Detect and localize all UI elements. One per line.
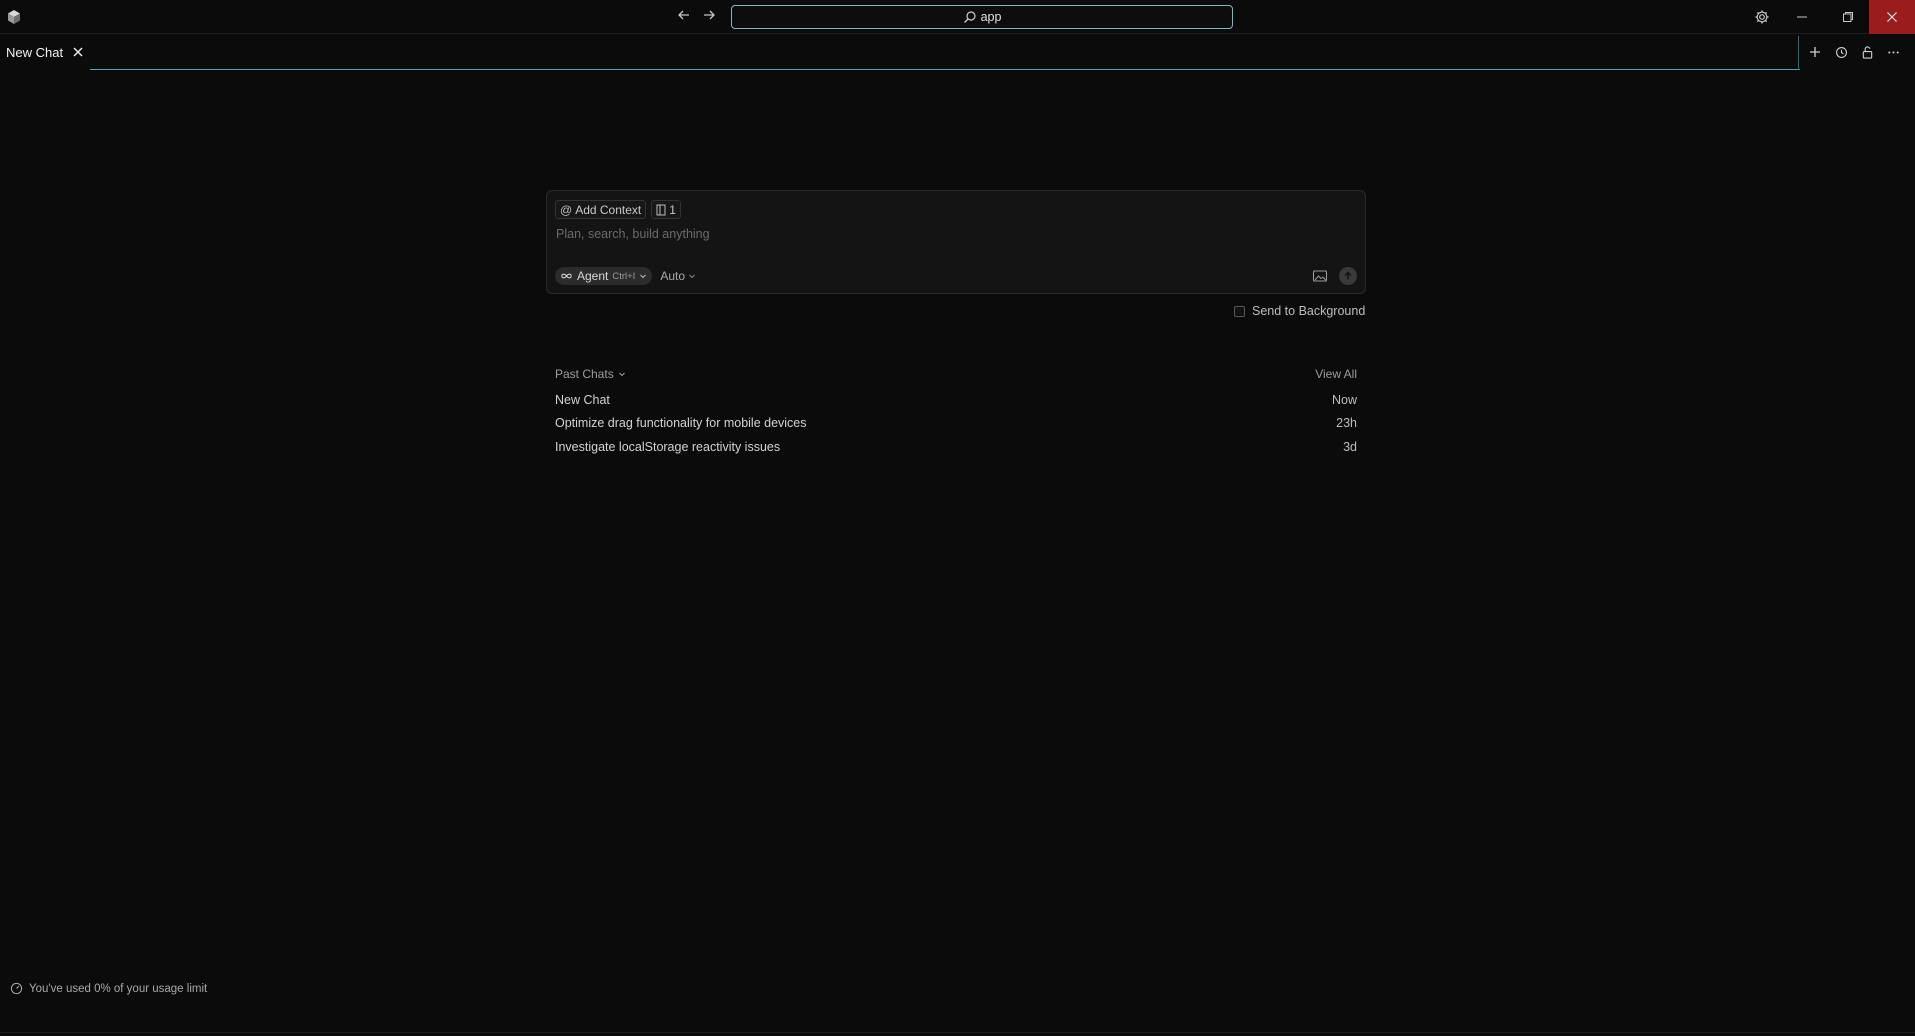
unlock-icon <box>1862 45 1872 59</box>
past-chats-header: Past Chats View All <box>555 367 1357 383</box>
file-icon <box>656 204 666 215</box>
history-button[interactable] <box>1832 43 1850 61</box>
close-window-button[interactable] <box>1869 0 1915 34</box>
forward-button[interactable] <box>700 8 718 26</box>
gear-icon <box>1755 10 1769 24</box>
search-text: app <box>980 10 1002 24</box>
open-files-chip[interactable]: 1 <box>651 200 681 219</box>
chat-composer[interactable]: @ Add Context 1 Plan, search, build anyt… <box>546 190 1366 294</box>
search-icon <box>963 11 976 23</box>
context-row: @ Add Context 1 <box>555 200 681 219</box>
model-label: Auto <box>660 269 686 283</box>
infinity-icon <box>561 273 572 279</box>
chevron-down-icon <box>618 372 625 377</box>
chat-title: Optimize drag functionality for mobile d… <box>555 416 807 431</box>
arrow-up-icon <box>1344 271 1352 280</box>
send-to-background-checkbox[interactable] <box>1234 305 1245 317</box>
new-chat-button[interactable] <box>1806 43 1824 61</box>
minimize-button[interactable] <box>1779 0 1825 34</box>
view-all-link[interactable]: View All <box>1315 367 1357 381</box>
chevron-down-icon <box>689 274 695 279</box>
tab-bar: New Chat <box>0 34 1915 70</box>
arrow-left-icon <box>678 10 689 20</box>
add-context-button[interactable]: @ Add Context <box>555 200 647 219</box>
unlock-button[interactable] <box>1858 43 1876 61</box>
restore-button[interactable] <box>1825 0 1871 34</box>
model-selector[interactable]: Auto <box>660 269 696 283</box>
ellipsis-icon <box>1887 50 1899 54</box>
at-icon: @ <box>560 202 573 217</box>
send-to-background-row: Send to Background <box>1234 304 1365 318</box>
chat-time: 23h <box>1336 416 1357 431</box>
usage-text: You've used 0% of your usage limit <box>29 982 208 995</box>
image-icon[interactable] <box>1312 269 1328 283</box>
list-item[interactable]: Optimize drag functionality for mobile d… <box>555 412 1357 436</box>
list-item[interactable]: Investigate localStorage reactivity issu… <box>555 435 1357 459</box>
tab-underline <box>90 69 1800 70</box>
chat-title: New Chat <box>555 392 610 407</box>
mode-row: Agent Ctrl+I Auto <box>555 267 696 285</box>
history-icon <box>1835 46 1847 58</box>
gauge-icon <box>10 982 23 995</box>
restore-icon <box>1843 12 1853 22</box>
close-icon[interactable] <box>71 45 85 59</box>
app-logo-icon[interactable] <box>6 9 22 25</box>
tab-label: New Chat <box>6 44 64 60</box>
agent-label: Agent <box>577 269 609 283</box>
arrow-right-icon <box>704 10 715 20</box>
tab-new-chat[interactable]: New Chat <box>0 34 92 70</box>
more-options-button[interactable] <box>1884 43 1902 61</box>
command-search-bar[interactable]: app <box>731 5 1233 29</box>
usage-indicator[interactable]: You've used 0% of your usage limit <box>10 982 207 995</box>
close-icon <box>1887 12 1897 22</box>
agent-mode-selector[interactable]: Agent Ctrl+I <box>555 267 653 285</box>
bottom-divider <box>0 1032 1915 1033</box>
chat-time: Now <box>1331 392 1357 407</box>
agent-shortcut: Ctrl+I <box>612 270 636 282</box>
chat-time: 3d <box>1343 439 1357 454</box>
prompt-input[interactable]: Plan, search, build anything <box>556 227 710 241</box>
file-count: 1 <box>669 202 676 217</box>
send-button[interactable] <box>1339 267 1357 285</box>
tab-divider <box>1798 36 1799 70</box>
list-item[interactable]: New Chat Now <box>555 388 1357 412</box>
add-context-label: Add Context <box>575 202 642 217</box>
back-button[interactable] <box>675 8 693 26</box>
past-chats-list: New Chat Now Optimize drag functionality… <box>555 388 1357 459</box>
past-chats-toggle[interactable]: Past Chats <box>555 367 626 381</box>
chat-title: Investigate localStorage reactivity issu… <box>555 439 781 454</box>
plus-icon <box>1810 47 1820 57</box>
send-to-background-label: Send to Background <box>1252 304 1366 318</box>
chevron-down-icon <box>640 274 647 279</box>
minimize-icon <box>1797 16 1807 18</box>
past-chats-title: Past Chats <box>555 367 614 381</box>
title-bar: app <box>0 0 1915 34</box>
